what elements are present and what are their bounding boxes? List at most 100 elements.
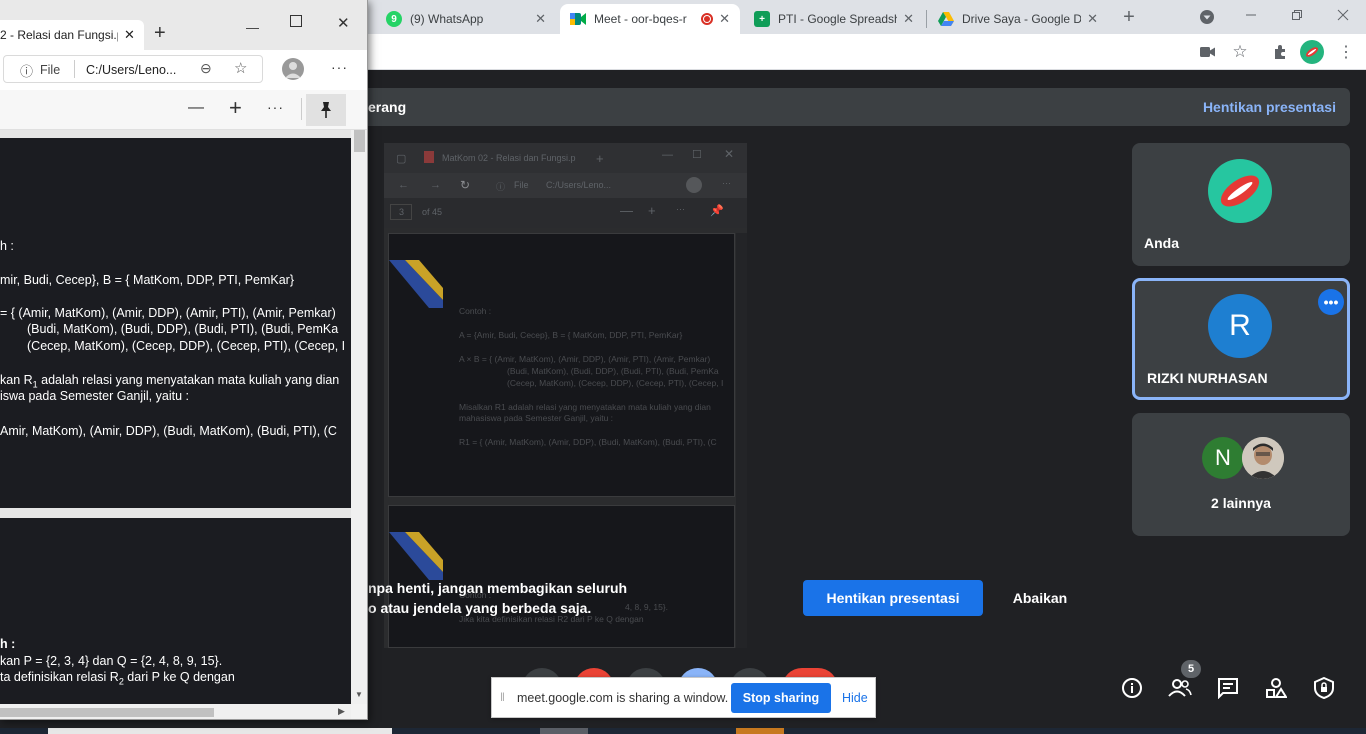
close-icon[interactable]: ✕ [719, 11, 730, 27]
host-controls-icon[interactable] [1308, 672, 1340, 704]
new-tab-button[interactable]: + [1116, 6, 1142, 28]
minimize-icon[interactable] [1240, 4, 1262, 26]
drag-handle-icon[interactable]: ‖ [500, 690, 505, 704]
banner-stop-presenting-link[interactable]: Hentikan presentasi [1203, 99, 1336, 115]
restore-icon[interactable] [1286, 4, 1308, 26]
preview-profile-icon [686, 177, 702, 193]
close-icon[interactable]: ✕ [1087, 11, 1098, 27]
slide-logo-icon [389, 532, 443, 580]
participant-name: RIZKI NURHASAN [1147, 370, 1268, 386]
preview-info-icon: ⓘ [496, 182, 506, 192]
stop-presenting-button[interactable]: Hentikan presentasi [803, 580, 983, 616]
taskbar-item[interactable] [736, 728, 784, 734]
pdf-viewer[interactable]: h : mir, Budi, Cecep}, B = { MatKom, DDP… [0, 130, 351, 704]
edge-tab-strip: 2 - Relasi dan Fungsi.p ✕ + — ✕ [0, 10, 367, 50]
edge-tab-pdf[interactable]: 2 - Relasi dan Fungsi.p ✕ [0, 20, 144, 50]
file-label: File [40, 63, 61, 77]
preview-tab-title: MatKom 02 - Relasi dan Fungsi.p [442, 153, 576, 163]
close-window-icon[interactable]: ✕ [337, 14, 350, 32]
scroll-right-icon[interactable]: ▶ [338, 706, 345, 717]
activities-icon[interactable] [1260, 672, 1292, 704]
whatsapp-icon: 9 [386, 11, 402, 27]
camera-icon[interactable] [1198, 42, 1218, 62]
scroll-down-icon[interactable]: ▼ [355, 690, 363, 699]
preview-line: 4, 8, 9, 15}. [625, 602, 669, 612]
pdf-icon [424, 151, 434, 163]
avatar [1208, 159, 1272, 223]
preview-back-icon: ← [398, 179, 409, 191]
preview-refresh-icon: ↻ [460, 178, 471, 192]
close-window-icon[interactable] [1332, 4, 1354, 26]
participant-tile-others[interactable]: N 2 lainnya [1132, 413, 1350, 536]
zoom-in-icon[interactable]: + [229, 95, 242, 121]
close-icon[interactable]: ✕ [903, 11, 914, 27]
chat-icon[interactable] [1212, 672, 1244, 704]
sharing-text: meet.google.com is sharing a window. [517, 691, 729, 705]
add-favorite-icon[interactable]: ☆ [234, 59, 247, 77]
preview-minimize-icon: — [662, 149, 673, 161]
bookmark-star-icon[interactable]: ☆ [1230, 42, 1250, 62]
pdf-text: mir, Budi, Cecep}, B = { MatKom, DDP, PT… [0, 273, 294, 287]
preview-pin-icon: 📌 [710, 205, 724, 217]
pdf-text-part: ta definisikan relasi R [0, 670, 119, 684]
scrollbar-thumb[interactable] [354, 130, 365, 152]
maximize-icon[interactable] [290, 15, 302, 27]
tab-drive[interactable]: Drive Saya - Google D ✕ [928, 4, 1108, 34]
preview-line: (Budi, MatKom), (Budi, DDP), (Budi, PTI)… [507, 366, 719, 376]
preview-line: A × B = { (Amir, MatKom), (Amir, DDP), (… [459, 354, 711, 364]
profile-avatar[interactable] [1300, 40, 1324, 64]
settings-more-icon[interactable]: ··· [331, 59, 348, 75]
hide-button[interactable]: Hide [842, 691, 868, 705]
preview-page-of: of 45 [422, 207, 443, 217]
preview-close-icon: ✕ [724, 147, 735, 161]
tab-search-icon[interactable] [1198, 8, 1216, 26]
chrome-menu-icon[interactable]: ⋮ [1336, 42, 1356, 62]
participant-name: 2 lainnya [1211, 495, 1271, 511]
preview-slide-1: Contoh : A = {Amir, Budi, Cecep}, B = { … [388, 233, 735, 497]
recording-icon [701, 13, 714, 25]
preview-titlebar: ▢ MatKom 02 - Relasi dan Fungsi.p + — ☐ … [384, 143, 747, 173]
pdf-text: Amir, MatKom), (Amir, DDP), (Budi, MatKo… [0, 424, 337, 438]
pdf-text-part: adalah relasi yang menyatakan mata kulia… [37, 373, 340, 387]
edge-address-row: ⓘ File C:/Users/Leno... ⊖ ☆ ··· [0, 50, 367, 90]
close-icon[interactable]: ✕ [535, 11, 546, 27]
profile-avatar[interactable] [282, 58, 304, 80]
info-icon[interactable]: ⓘ [20, 61, 33, 80]
more-options-icon[interactable]: ••• [1318, 289, 1344, 315]
address-bar[interactable]: ⓘ File C:/Users/Leno... ⊖ ☆ [3, 55, 263, 83]
tab-sheets[interactable]: + PTI - Google Spreadsh ✕ [744, 4, 924, 34]
preview-line: Misalkan R1 adalah relasi yang menyataka… [459, 402, 711, 412]
participant-tile-self[interactable]: Anda [1132, 143, 1350, 266]
scrollbar-thumb[interactable] [0, 708, 214, 717]
taskbar [0, 728, 1366, 734]
vertical-scrollbar[interactable]: ▲ ▼ [351, 130, 367, 704]
tab-meet[interactable]: Meet - oor-bqes-r ✕ [560, 4, 740, 34]
share-warning: npa henti, jangan membagikan seluruh o a… [368, 578, 627, 618]
tab-whatsapp[interactable]: 9 (9) WhatsApp ✕ [376, 4, 556, 34]
presentation-preview: ▢ MatKom 02 - Relasi dan Fungsi.p + — ☐ … [384, 143, 747, 648]
tab-title: PTI - Google Spreadsh [778, 12, 898, 26]
meet-icon [570, 11, 586, 27]
preview-address: C:/Users/Leno... [546, 180, 612, 190]
edge-tab-title: 2 - Relasi dan Fungsi.p [0, 28, 118, 42]
banner-text: erang [368, 99, 407, 115]
taskbar-item[interactable] [48, 728, 392, 734]
pin-toolbar-button[interactable] [306, 94, 346, 126]
taskbar-item[interactable] [540, 728, 588, 734]
close-icon[interactable]: ✕ [124, 27, 135, 43]
horizontal-scrollbar[interactable]: ▶ [0, 704, 351, 719]
participant-name: Anda [1144, 235, 1179, 251]
more-tools-icon[interactable]: ··· [267, 99, 284, 115]
new-tab-button[interactable]: + [154, 22, 166, 45]
info-icon[interactable] [1116, 672, 1148, 704]
pdf-text: h : [0, 239, 14, 253]
zoom-icon[interactable]: ⊖ [200, 60, 212, 77]
ignore-button[interactable]: Abaikan [1000, 580, 1080, 616]
preview-slide-2: Contoh : 4, 8, 9, 15}. Jika kita definis… [388, 505, 735, 648]
extensions-icon[interactable] [1270, 42, 1290, 62]
participant-tile-rizki[interactable]: R ••• RIZKI NURHASAN [1132, 278, 1350, 400]
stop-sharing-button[interactable]: Stop sharing [731, 683, 831, 713]
minimize-icon[interactable]: — [246, 20, 259, 35]
zoom-out-icon[interactable]: — [188, 99, 204, 117]
pdf-toolbar: — + ··· [0, 90, 367, 130]
